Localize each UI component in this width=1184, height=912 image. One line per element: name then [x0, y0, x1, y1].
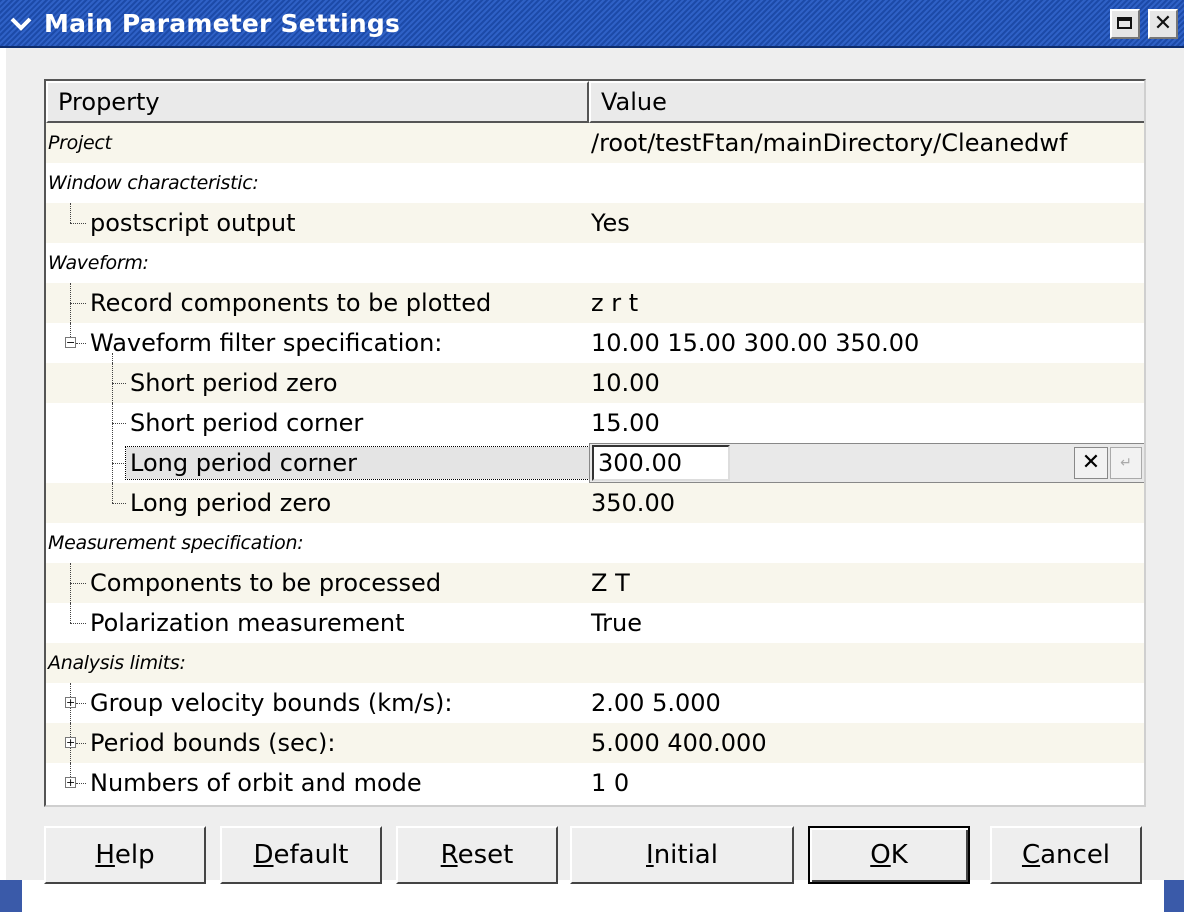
row-label: Waveform: [48, 252, 149, 274]
edge-left [0, 880, 22, 912]
expand-icon[interactable]: + [65, 697, 76, 708]
initial-mnemonic: I [646, 840, 654, 870]
row-label: Analysis limits: [48, 652, 186, 674]
reset-mnemonic: R [440, 840, 458, 870]
maximize-button[interactable] [1110, 9, 1140, 39]
table-row[interactable]: Analysis limits: [46, 643, 1144, 683]
help-button[interactable]: Help [44, 826, 206, 884]
table-row[interactable]: Short period zero 10.00 [46, 363, 1144, 403]
row-value: 15.00 [591, 409, 660, 437]
row-label: Long period zero [130, 489, 332, 517]
row-label: Short period corner [130, 409, 364, 437]
row-value: True [591, 609, 642, 637]
dialog-window: Main Parameter Settings ✕ Property Value… [0, 0, 1184, 912]
row-label: Group velocity bounds (km/s): [90, 689, 453, 717]
row-label: Waveform filter specification: [90, 329, 443, 357]
row-label: Numbers of orbit and mode [90, 769, 422, 797]
initial-button[interactable]: Initial [570, 826, 794, 884]
help-label: elp [114, 840, 155, 870]
table-row[interactable]: − Waveform filter specification: 10.00 1… [46, 323, 1144, 363]
row-value: 350.00 [591, 489, 675, 517]
column-header-value[interactable]: Value [589, 81, 1144, 123]
close-button[interactable]: ✕ [1148, 9, 1178, 39]
table-row[interactable]: Short period corner 15.00 [46, 403, 1144, 443]
value-input[interactable]: 300.00 [592, 445, 730, 481]
table-row[interactable]: Components to be processed Z T [46, 563, 1144, 603]
title-bar[interactable]: Main Parameter Settings ✕ [0, 0, 1184, 48]
row-label: Polarization measurement [90, 609, 405, 637]
row-value: z r t [591, 289, 639, 317]
ok-label: K [890, 840, 908, 870]
row-label: postscript output [90, 209, 296, 237]
collapse-icon[interactable]: − [65, 337, 76, 348]
window-title: Main Parameter Settings [44, 9, 401, 38]
default-mnemonic: D [253, 840, 274, 870]
table-row[interactable]: + Period bounds (sec): 5.000 400.000 [46, 723, 1144, 763]
reset-button[interactable]: Reset [396, 826, 558, 884]
table-row[interactable]: Window characteristic: [46, 163, 1144, 203]
row-label: Project [48, 132, 112, 154]
ok-button[interactable]: OK [808, 826, 970, 884]
apply-button[interactable]: ↵ [1110, 447, 1142, 479]
initial-label: nitial [653, 840, 718, 870]
value-editor[interactable]: 300.00 ✕ ↵ [589, 443, 1144, 483]
table-row[interactable]: Long period zero 350.00 [46, 483, 1144, 523]
table-row[interactable]: + Group velocity bounds (km/s): 2.00 5.0… [46, 683, 1144, 723]
property-table: Property Value Project /root/testFtan/ma… [44, 79, 1146, 807]
table-row[interactable]: Record components to be plotted z r t [46, 283, 1144, 323]
table-row[interactable]: Waveform: [46, 243, 1144, 283]
edge-right [1164, 880, 1184, 912]
row-label: Period bounds (sec): [90, 729, 336, 757]
chevron-down-icon[interactable] [6, 9, 36, 39]
expand-icon[interactable]: + [65, 737, 76, 748]
help-mnemonic: H [95, 840, 115, 870]
close-icon: ✕ [1153, 11, 1173, 36]
window-bottom-edge [0, 880, 1184, 912]
row-value: 10.00 [591, 369, 660, 397]
row-label: Record components to be plotted [90, 289, 492, 317]
close-icon: ✕ [1081, 450, 1101, 475]
row-value: 5.000 400.000 [591, 729, 767, 757]
column-header-property[interactable]: Property [46, 81, 589, 123]
ok-mnemonic: O [870, 840, 891, 870]
table-row[interactable]: + Numbers of orbit and mode 1 0 [46, 763, 1144, 803]
expand-icon[interactable]: + [65, 777, 76, 788]
row-value: 2.00 5.000 [591, 689, 721, 717]
table-row[interactable]: Project /root/testFtan/mainDirectory/Cle… [46, 123, 1144, 163]
table-row[interactable]: Measurement specification: [46, 523, 1144, 563]
row-label: Short period zero [130, 369, 338, 397]
row-label: Long period corner [130, 449, 357, 477]
row-value: 1 0 [591, 769, 630, 797]
row-value: Z T [591, 569, 630, 597]
default-button[interactable]: Default [220, 826, 382, 884]
row-label: Window characteristic: [48, 172, 259, 194]
row-label: Components to be processed [90, 569, 442, 597]
clear-button[interactable]: ✕ [1074, 447, 1108, 479]
table-row[interactable]: Polarization measurement True [46, 603, 1144, 643]
reset-label: eset [457, 840, 514, 870]
cancel-button[interactable]: Cancel [990, 826, 1142, 884]
row-value: Yes [591, 209, 630, 237]
table-row[interactable]: postscript output Yes [46, 203, 1144, 243]
enter-icon: ↵ [1120, 455, 1132, 471]
default-label: efault [273, 840, 349, 870]
row-value: /root/testFtan/mainDirectory/Cleanedwf [591, 129, 1068, 157]
table-row-selected[interactable]: Long period corner 300.00 ✕ ↵ [46, 443, 1144, 483]
row-value: 10.00 15.00 300.00 350.00 [591, 329, 920, 357]
cancel-label: ancel [1040, 840, 1111, 870]
row-label: Measurement specification: [48, 532, 304, 554]
cancel-mnemonic: C [1021, 840, 1041, 870]
